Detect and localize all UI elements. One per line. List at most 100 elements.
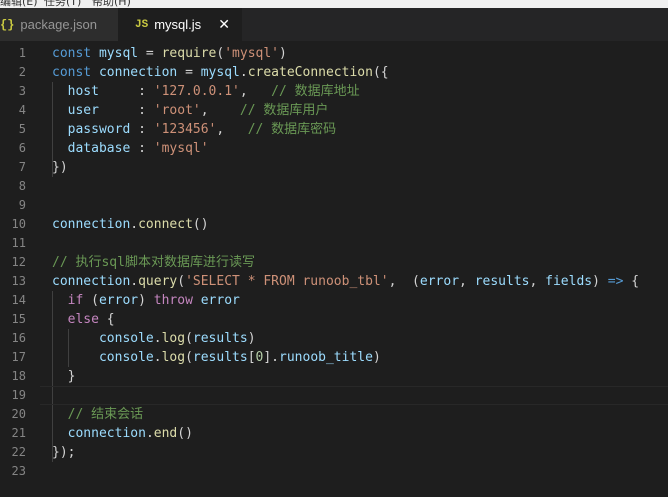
- code-token: ): [138, 293, 154, 308]
- code-token: ,: [459, 274, 475, 289]
- code-token: :: [130, 141, 154, 156]
- code-line[interactable]: 14 if (error) throw error: [0, 291, 668, 310]
- line-number: 16: [11, 331, 26, 345]
- code-text: database : 'mysql': [52, 139, 209, 158]
- code-token: ,: [239, 84, 272, 99]
- code-line[interactable]: 10 connection.connect(): [0, 215, 668, 234]
- line-number: 3: [18, 84, 26, 98]
- code-token: (: [177, 274, 186, 289]
- current-line-highlight: [40, 386, 668, 405]
- line-number: 6: [18, 141, 26, 155]
- code-line[interactable]: 15 else {: [0, 310, 668, 329]
- code-token: =>: [607, 274, 624, 289]
- indent-guide: [52, 82, 53, 177]
- code-editor[interactable]: 1 const mysql = require('mysql') 2 const co…: [0, 41, 668, 497]
- code-text: connection.end(): [52, 424, 193, 443]
- code-text: console.log(results): [52, 329, 256, 348]
- code-line[interactable]: 2 const connection = mysql.createConnecti…: [0, 63, 668, 82]
- code-token: :: [98, 84, 154, 99]
- code-line[interactable]: 13 connection.query('SELECT * FROM runoob…: [0, 272, 668, 291]
- code-token: (: [185, 331, 193, 346]
- code-line[interactable]: 18 }: [0, 367, 668, 386]
- code-token: results: [192, 350, 248, 365]
- code-token: user: [67, 103, 99, 118]
- line-number: 11: [11, 236, 26, 250]
- code-token: ): [279, 46, 287, 61]
- code-token: [: [247, 350, 256, 365]
- code-token: ,: [200, 103, 240, 118]
- line-number: 17: [11, 350, 26, 364]
- code-token: results: [474, 274, 530, 289]
- code-line[interactable]: 12 // 执行sql脚本对数据库进行读写: [0, 253, 668, 272]
- code-line[interactable]: 16 console.log(results): [0, 329, 668, 348]
- code-token: results: [192, 331, 248, 346]
- code-line[interactable]: 7}): [0, 158, 668, 177]
- code-line[interactable]: 4 user : 'root', // 数据库用户: [0, 101, 668, 120]
- code-line[interactable]: 23: [0, 462, 668, 481]
- tab-package-json[interactable]: {} package.json: [0, 8, 118, 41]
- code-token: require: [161, 46, 217, 61]
- code-line[interactable]: 22});: [0, 443, 668, 462]
- menu-bar: 编辑(E) 任务(T) 帮助(H): [0, 0, 668, 8]
- line-number: 2: [18, 65, 26, 79]
- code-token: throw: [153, 293, 193, 308]
- code-token: // 结束会话: [67, 407, 144, 422]
- code-text: connection.query('SELECT * FROM runoob_t…: [52, 272, 639, 291]
- code-line[interactable]: 5 password : '123456', // 数据库密码: [0, 120, 668, 139]
- code-text: // 执行sql脚本对数据库进行读写: [52, 253, 255, 272]
- code-text: // 结束会话: [52, 405, 143, 424]
- code-token: (): [177, 426, 193, 441]
- code-text: host : '127.0.0.1', // 数据库地址: [52, 82, 360, 101]
- code-line[interactable]: 17 console.log(results[0].runoob_title): [0, 348, 668, 367]
- menu-item-tasks[interactable]: 任务(T): [44, 0, 81, 8]
- code-token: }): [52, 160, 68, 175]
- code-token: .: [153, 331, 162, 346]
- line-number: 23: [11, 464, 26, 478]
- code-token: ,: [216, 122, 248, 137]
- code-text: user : 'root', // 数据库用户: [52, 101, 329, 120]
- code-token: password: [67, 122, 131, 137]
- code-line[interactable]: 9: [0, 196, 668, 215]
- code-token: 'mysql': [224, 46, 280, 61]
- code-text: console.log(results[0].runoob_title): [52, 348, 381, 367]
- code-line[interactable]: 8: [0, 177, 668, 196]
- code-token: , (: [388, 274, 420, 289]
- code-token: query: [138, 274, 178, 289]
- code-line[interactable]: 21 connection.end(): [0, 424, 668, 443]
- line-number: 14: [11, 293, 26, 307]
- code-token: =: [177, 65, 201, 80]
- code-token: log: [161, 331, 186, 346]
- menu-item-help[interactable]: 帮助(H): [92, 0, 131, 8]
- code-token: if: [67, 293, 84, 308]
- code-text: }: [52, 367, 76, 386]
- code-token: (: [83, 293, 99, 308]
- close-icon[interactable]: ✕: [218, 16, 230, 33]
- code-line[interactable]: 1 const mysql = require('mysql'): [0, 44, 668, 63]
- code-line[interactable]: 11: [0, 234, 668, 253]
- tab-mysql-js[interactable]: JS mysql.js ✕: [118, 8, 242, 41]
- line-number: 4: [18, 103, 26, 117]
- line-number: 22: [11, 445, 26, 459]
- code-token: {: [98, 312, 115, 327]
- code-token: connection: [98, 65, 178, 80]
- code-token: ): [247, 331, 256, 346]
- code-token: console: [98, 350, 154, 365]
- code-token: console: [98, 331, 154, 346]
- code-line[interactable]: 20 // 结束会话: [0, 405, 668, 424]
- json-file-icon: {}: [0, 17, 15, 32]
- code-line[interactable]: 3 host : '127.0.0.1', // 数据库地址: [0, 82, 668, 101]
- code-text: const connection = mysql.createConnectio…: [52, 63, 389, 82]
- code-token: 'root': [153, 103, 201, 118]
- code-line[interactable]: 6 database : 'mysql': [0, 139, 668, 158]
- tab-label: mysql.js: [154, 17, 202, 32]
- code-token: connection: [67, 426, 146, 441]
- tab-label: package.json: [20, 17, 98, 32]
- line-number: 20: [11, 407, 26, 421]
- code-text: password : '123456', // 数据库密码: [52, 120, 337, 139]
- code-text: }): [52, 158, 68, 177]
- menu-item-edit[interactable]: 编辑(E): [0, 0, 38, 8]
- code-token: ({: [372, 65, 389, 80]
- code-token: mysql: [98, 46, 139, 61]
